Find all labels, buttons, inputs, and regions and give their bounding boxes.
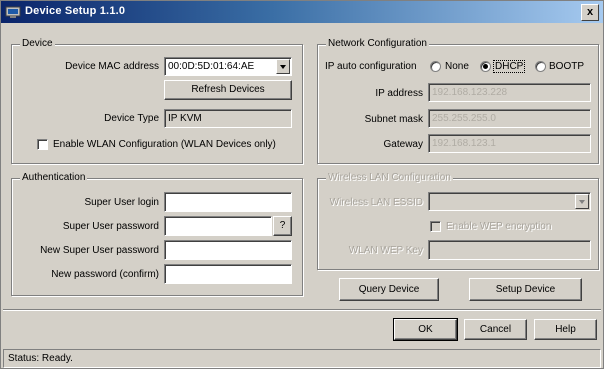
subnet-mask-field: 255.255.255.0 [428,109,591,128]
ip-address-label: IP address [375,88,423,99]
wep-key-label: WLAN WEP Key [348,245,423,256]
subnet-mask-label: Subnet mask [364,114,423,125]
radio-none[interactable] [430,61,441,72]
separator [3,309,601,311]
ip-auto-label: IP auto configuration [325,61,417,72]
device-setup-window: Device Setup 1.1.0 x Device Device MAC a… [0,0,604,369]
radio-none-label[interactable]: None [445,61,469,72]
radio-bootp[interactable] [535,61,546,72]
window-title: Device Setup 1.1.0 [25,5,126,17]
title-bar[interactable]: Device Setup 1.1.0 x [1,1,603,23]
status-bar: Status: Ready. [3,349,601,368]
confirm-password-label: New password (confirm) [51,269,159,280]
query-device-button[interactable]: Query Device [339,278,439,301]
network-legend: Network Configuration [326,38,429,49]
enable-wep-checkbox [430,221,441,232]
help-button[interactable]: Help [534,319,597,340]
ip-address-field: 192.168.123.228 [428,83,591,102]
new-password-input[interactable] [164,240,292,260]
super-user-login-input[interactable] [164,192,292,212]
refresh-devices-button[interactable]: Refresh Devices [164,80,292,100]
app-icon [5,6,21,18]
enable-wep-label: Enable WEP encryption [446,221,552,232]
super-user-password-label: Super User password [62,221,159,232]
radio-dhcp[interactable] [480,61,491,72]
status-text: Status: Ready. [8,353,73,364]
ok-button[interactable]: OK [393,318,458,341]
super-user-login-label: Super User login [84,197,159,208]
setup-device-button[interactable]: Setup Device [469,278,582,301]
wlan-essid-label: Wireless LAN ESSID [329,197,423,208]
gateway-field: 192.168.123.1 [428,134,591,153]
authentication-legend: Authentication [20,172,88,183]
chevron-down-icon[interactable] [276,59,290,74]
cancel-button[interactable]: Cancel [464,319,527,340]
mac-address-dropdown[interactable]: 00:0D:5D:01:64:AE [164,57,292,76]
wlan-essid-dropdown [428,192,591,211]
device-legend: Device [20,38,55,49]
password-help-button[interactable]: ? [273,216,292,236]
mac-address-label: Device MAC address [65,61,159,72]
wep-key-field [428,240,591,260]
close-button[interactable]: x [581,4,599,21]
wireless-legend: Wireless LAN Configuration [326,172,453,183]
enable-wlan-label[interactable]: Enable WLAN Configuration (WLAN Devices … [53,139,276,150]
enable-wlan-checkbox[interactable] [37,139,48,150]
device-type-label: Device Type [104,113,159,124]
radio-bootp-label[interactable]: BOOTP [549,61,584,72]
chevron-down-icon [575,194,589,209]
mac-address-value: 00:0D:5D:01:64:AE [168,61,255,72]
gateway-label: Gateway [383,139,423,150]
new-password-label: New Super User password [40,245,159,256]
confirm-password-input[interactable] [164,264,292,284]
super-user-password-input[interactable] [164,216,272,236]
device-type-field: IP KVM [164,109,292,128]
radio-dhcp-label[interactable]: DHCP [493,60,526,73]
